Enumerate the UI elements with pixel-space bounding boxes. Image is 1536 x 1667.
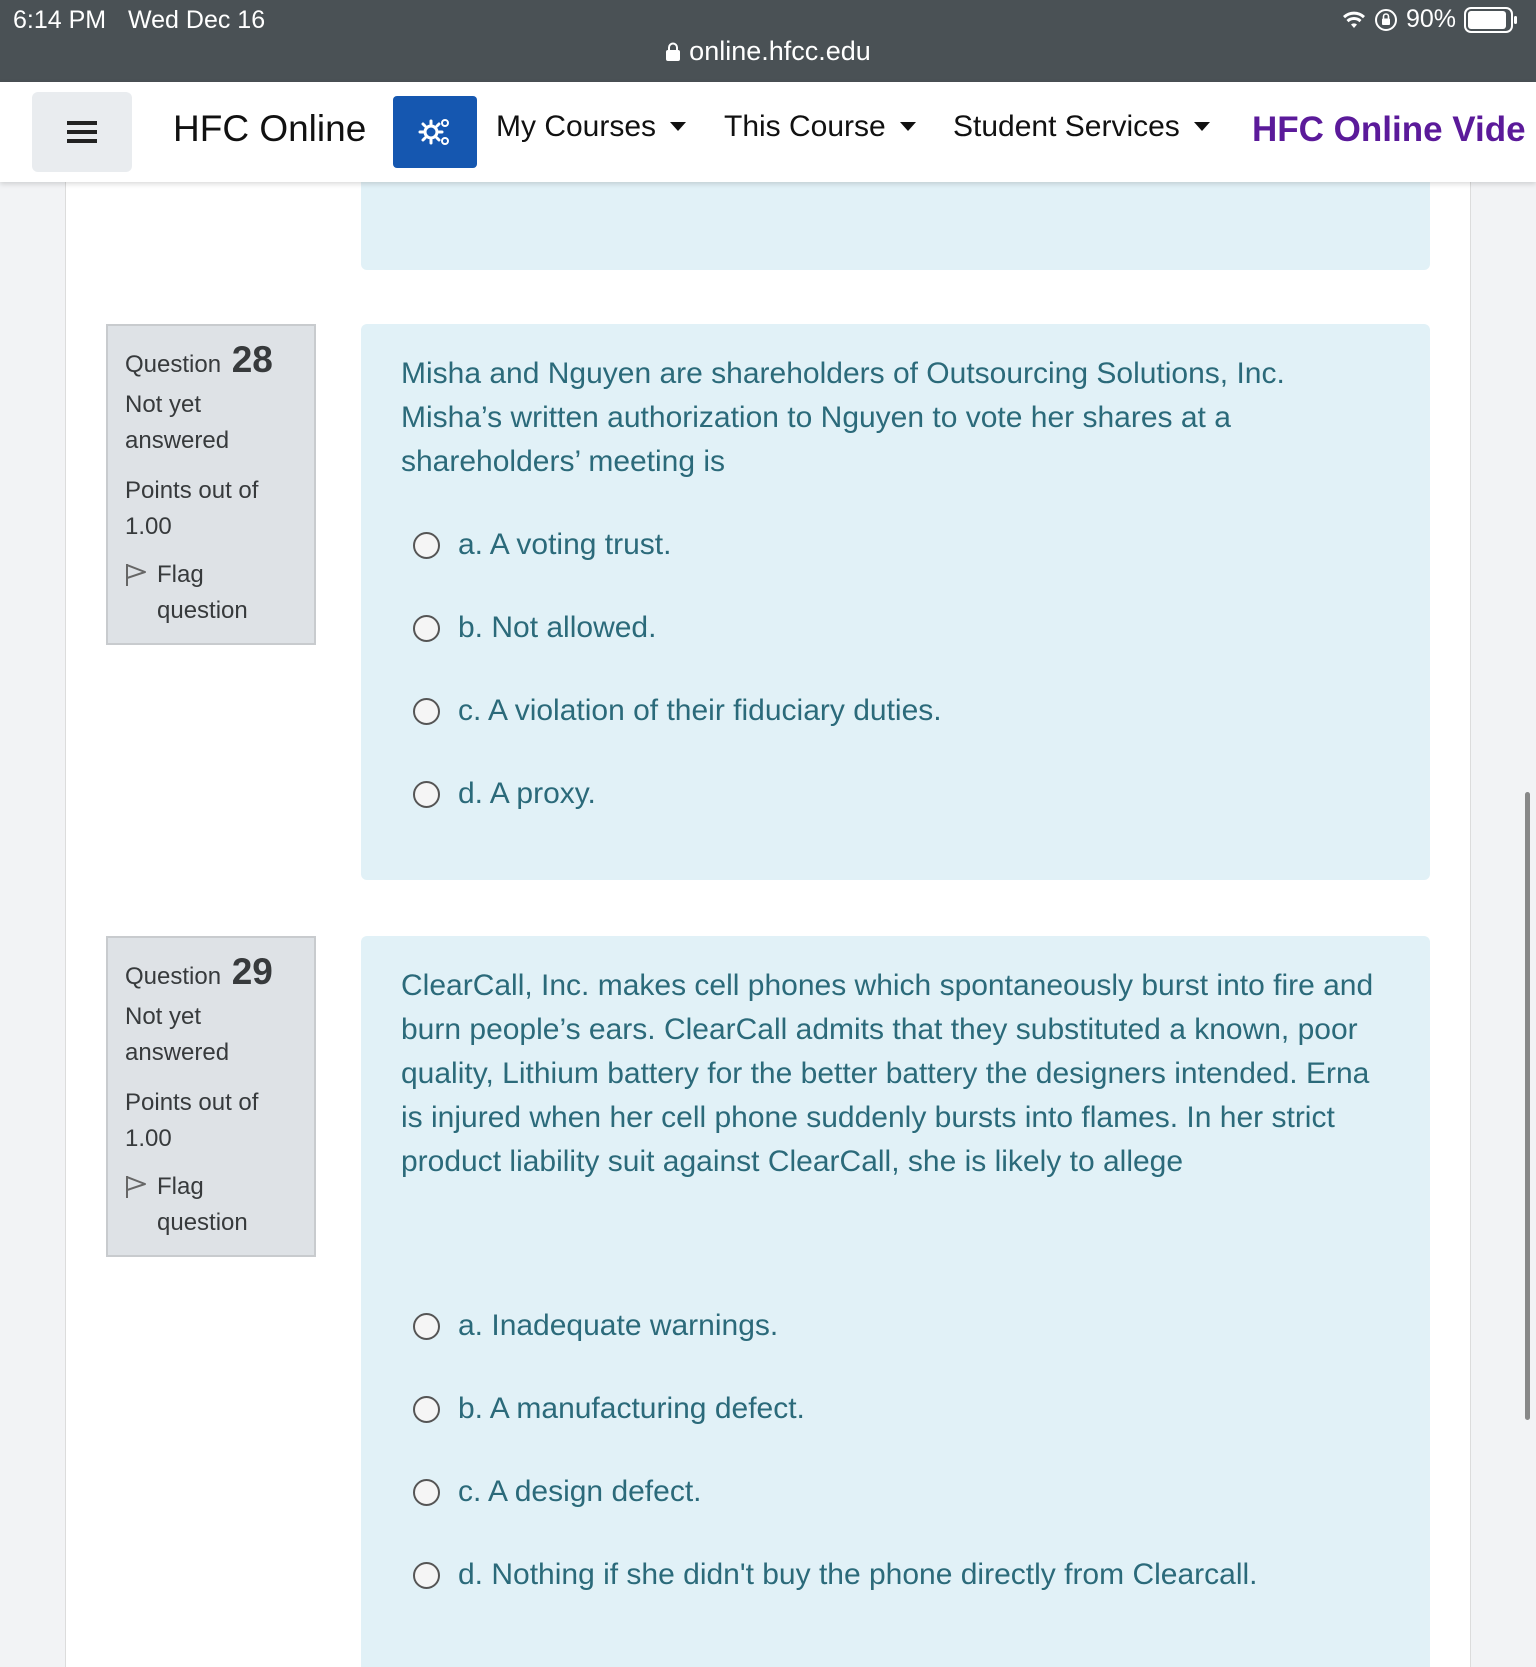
question-info-28: Question 28 Not yet answered Points out … xyxy=(106,324,316,645)
flag-question-label: Flag question xyxy=(157,1173,248,1236)
answer-label: d. A proxy. xyxy=(458,777,596,810)
rotation-lock-icon xyxy=(1374,8,1397,31)
radio-button[interactable] xyxy=(413,531,440,559)
answer-label: b. Not allowed. xyxy=(458,611,657,644)
ios-status-bar: 6:14 PM Wed Dec 16 90% online.hfcc.edu xyxy=(0,0,1536,82)
hamburger-icon xyxy=(67,121,97,143)
caret-down-icon xyxy=(670,122,687,131)
question-label: Question xyxy=(125,963,222,990)
flag-icon xyxy=(126,564,146,586)
radio-button[interactable] xyxy=(413,780,440,808)
answer-option-b[interactable]: b. A manufacturing defect. xyxy=(413,1392,805,1426)
nav-this-course-label: This Course xyxy=(724,110,886,143)
answer-label: d. Nothing if she didn't buy the phone d… xyxy=(458,1558,1258,1591)
radio-button[interactable] xyxy=(413,614,440,642)
question-content-28: Misha and Nguyen are shareholders of Out… xyxy=(361,324,1430,880)
battery-percent: 90% xyxy=(1405,5,1456,33)
url-bar[interactable]: online.hfcc.edu xyxy=(0,36,1536,67)
gear-icon xyxy=(418,119,449,145)
question-info-29: Question 29 Not yet answered Points out … xyxy=(106,936,316,1257)
question-state: Not yet answered xyxy=(125,1003,230,1066)
radio-button[interactable] xyxy=(413,697,440,725)
answer-option-c[interactable]: c. A violation of their fiduciary duties… xyxy=(413,694,942,728)
question-grade: Points out of 1.00 xyxy=(125,1089,259,1152)
nav-student-services-label: Student Services xyxy=(953,110,1180,143)
settings-button[interactable] xyxy=(393,96,477,168)
nav-my-courses-label: My Courses xyxy=(496,110,657,143)
flag-icon xyxy=(126,1176,146,1198)
radio-button[interactable] xyxy=(413,1561,440,1589)
radio-button[interactable] xyxy=(413,1395,440,1423)
question-text: Misha and Nguyen are shareholders of Out… xyxy=(401,357,1285,478)
answer-option-c[interactable]: c. A design defect. xyxy=(413,1475,702,1509)
site-navbar: HFC Online My Courses This Course Studen… xyxy=(0,82,1536,182)
caret-down-icon xyxy=(1193,122,1210,131)
radio-button[interactable] xyxy=(413,1478,440,1506)
flag-question-link[interactable]: Flag question xyxy=(125,557,298,629)
lock-icon xyxy=(666,42,681,61)
caret-down-icon xyxy=(899,122,916,131)
answer-label: a. Inadequate warnings. xyxy=(458,1309,779,1342)
question-label: Question xyxy=(125,351,222,378)
question-state: Not yet answered xyxy=(125,391,230,454)
radio-button[interactable] xyxy=(413,1312,440,1340)
nav-student-services[interactable]: Student Services xyxy=(953,110,1210,144)
previous-question-text-box xyxy=(361,182,1430,270)
status-time: 6:14 PM xyxy=(13,6,107,34)
answer-label: b. A manufacturing defect. xyxy=(458,1392,805,1425)
drawer-toggle-button[interactable] xyxy=(32,92,132,172)
site-brand-link[interactable]: HFC Online xyxy=(173,108,366,150)
nav-hfc-online-video[interactable]: HFC Online Vide xyxy=(1252,110,1526,150)
url-text: online.hfcc.edu xyxy=(689,36,871,66)
flag-question-label: Flag question xyxy=(157,561,248,624)
page-scrollbar[interactable] xyxy=(1525,792,1530,1420)
nav-this-course[interactable]: This Course xyxy=(724,110,916,144)
answer-option-b[interactable]: b. Not allowed. xyxy=(413,611,656,645)
question-number: 29 xyxy=(231,951,273,992)
question-text: ClearCall, Inc. makes cell phones which … xyxy=(401,969,1374,1178)
question-content-29: ClearCall, Inc. makes cell phones which … xyxy=(361,936,1430,1667)
answer-label: c. A design defect. xyxy=(458,1475,702,1508)
question-grade: Points out of 1.00 xyxy=(125,477,259,540)
answer-option-a[interactable]: a. A voting trust. xyxy=(413,528,671,562)
answer-option-d[interactable]: d. A proxy. xyxy=(413,777,596,811)
flag-question-link[interactable]: Flag question xyxy=(125,1169,298,1241)
status-date: Wed Dec 16 xyxy=(128,6,266,34)
status-indicators: 90% xyxy=(1342,5,1518,34)
nav-my-courses[interactable]: My Courses xyxy=(496,110,687,144)
wifi-icon xyxy=(1342,11,1365,28)
answer-label: c. A violation of their fiduciary duties… xyxy=(458,694,942,727)
battery-icon xyxy=(1464,6,1517,33)
answer-label: a. A voting trust. xyxy=(458,528,672,561)
question-number: 28 xyxy=(231,339,273,380)
answer-option-d[interactable]: d. Nothing if she didn't buy the phone d… xyxy=(413,1558,1257,1592)
answer-option-a[interactable]: a. Inadequate warnings. xyxy=(413,1309,778,1343)
